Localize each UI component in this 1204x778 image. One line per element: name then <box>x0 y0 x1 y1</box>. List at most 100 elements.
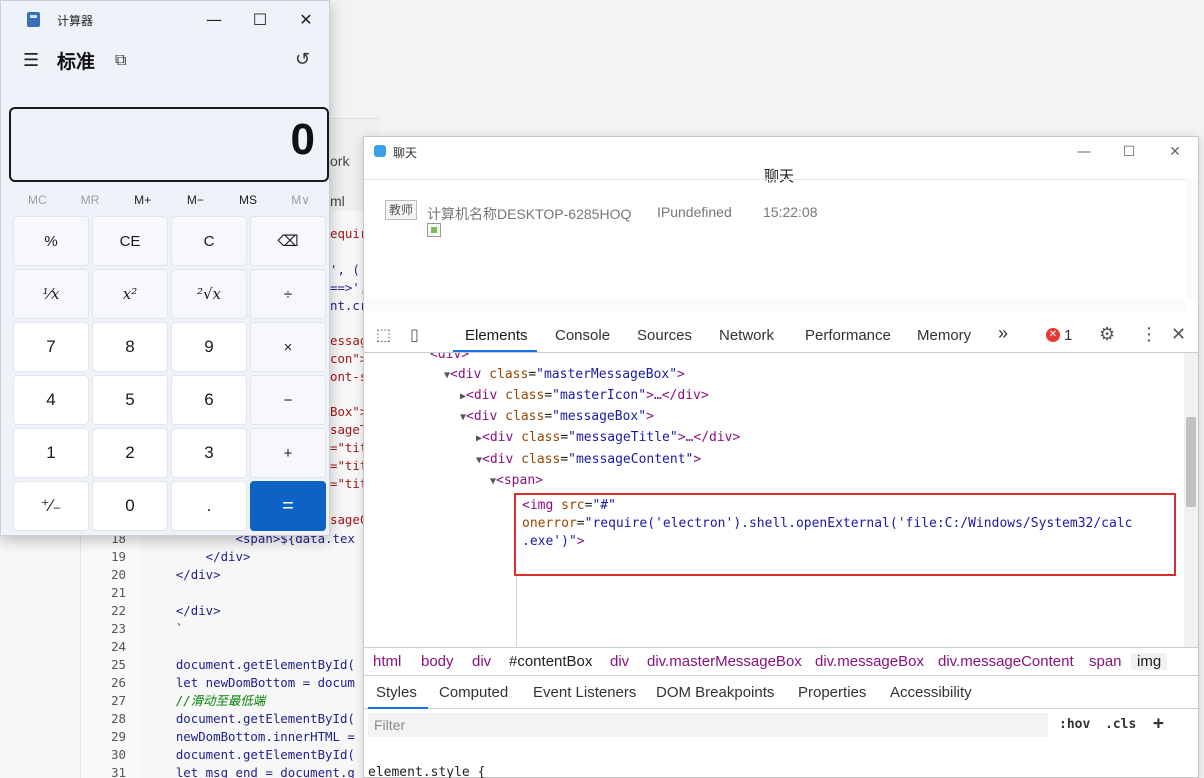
digit-9-button[interactable]: 9 <box>171 322 247 372</box>
breadcrumb-item[interactable]: div <box>472 653 491 670</box>
code-line[interactable]: 30 document.getElementById( <box>80 746 380 764</box>
code-line[interactable]: 25 document.getElementById( <box>80 656 380 674</box>
square-button[interactable]: x² <box>92 269 168 319</box>
breadcrumb-item[interactable]: div.masterMessageBox <box>647 653 802 670</box>
hover-state-button[interactable]: :hov <box>1059 717 1090 732</box>
code-line[interactable]: 27 //滑动至最低端 <box>80 692 380 710</box>
code-line[interactable]: 24 <box>80 638 380 656</box>
more-options-icon[interactable]: ⋮ <box>1140 324 1158 345</box>
breadcrumb-item[interactable]: html <box>373 653 401 670</box>
dom-node[interactable]: <div> <box>430 353 469 365</box>
error-icon[interactable]: ✕ <box>1046 328 1060 342</box>
dom-node[interactable]: ▶<div class="masterIcon">…</div> <box>460 386 709 406</box>
backspace-button[interactable]: ⌫ <box>250 216 326 266</box>
scrollbar-thumb[interactable] <box>1186 417 1196 507</box>
tab-properties[interactable]: Properties <box>798 684 866 701</box>
tab-sources[interactable]: Sources <box>637 327 692 344</box>
minus-button[interactable]: − <box>250 375 326 425</box>
digit-3-button[interactable]: 3 <box>171 428 247 478</box>
dom-node[interactable]: ▼<div class="messageContent"> <box>476 450 701 470</box>
tab-accessibility[interactable]: Accessibility <box>890 684 972 701</box>
code-line[interactable]: 31 let msg_end = document.g <box>80 764 380 778</box>
dom-node[interactable]: ▶<div class="messageTitle">…</div> <box>476 428 740 448</box>
digit-8-button[interactable]: 8 <box>92 322 168 372</box>
keep-on-top-icon[interactable]: ⧉ <box>115 50 126 70</box>
code-line[interactable]: 21 <box>80 584 380 602</box>
more-tabs-icon[interactable]: » <box>998 323 1008 344</box>
breadcrumb-item[interactable]: span <box>1089 653 1122 670</box>
calculator-titlebar[interactable]: 计算器 — ☐ ✕ <box>1 1 329 39</box>
negate-button[interactable]: ⁺∕₋ <box>13 481 89 531</box>
message-horizontal-scrollbar[interactable] <box>364 299 1186 311</box>
history-icon[interactable]: ↺ <box>295 49 310 70</box>
code-line[interactable]: 28 document.getElementById( <box>80 710 380 728</box>
close-devtools-icon[interactable]: ✕ <box>1171 324 1186 345</box>
code-line[interactable]: 26 let newDomBottom = docum <box>80 674 380 692</box>
element-style-rule[interactable]: element.style { <box>368 765 485 778</box>
error-count[interactable]: 1 <box>1064 327 1072 344</box>
editor-tab-fragment[interactable]: ork <box>330 153 349 169</box>
dom-node[interactable]: ▼<span> <box>490 471 543 491</box>
new-rule-button[interactable]: + <box>1153 713 1164 734</box>
plus-button[interactable]: + <box>250 428 326 478</box>
tab-elements[interactable]: Elements <box>465 327 528 344</box>
dom-node[interactable]: ▼<div class="messageBox"> <box>460 407 654 427</box>
close-button[interactable]: ✕ <box>1153 140 1197 164</box>
digit-5-button[interactable]: 5 <box>92 375 168 425</box>
maximize-button[interactable]: ☐ <box>1107 140 1151 164</box>
code-line[interactable]: 20 </div> <box>80 566 380 584</box>
dom-tree-scrollbar[interactable] <box>1184 353 1198 647</box>
code-line[interactable]: 23 ` <box>80 620 380 638</box>
memory-recall-button[interactable]: MR <box>64 189 117 211</box>
breadcrumb-item[interactable]: body <box>421 653 454 670</box>
tab-dom-breakpoints[interactable]: DOM Breakpoints <box>656 684 774 701</box>
memory-add-button[interactable]: M+ <box>116 189 169 211</box>
code-line[interactable]: 22 </div> <box>80 602 380 620</box>
minimize-button[interactable]: — <box>1062 140 1106 164</box>
hamburger-menu-icon[interactable]: ☰ <box>23 49 43 71</box>
code-line[interactable]: 29 newDomBottom.innerHTML = <box>80 728 380 746</box>
chat-titlebar[interactable]: 聊天 — ☐ ✕ <box>364 137 1198 167</box>
tab-network[interactable]: Network <box>719 327 774 344</box>
tab-event-listeners[interactable]: Event Listeners <box>533 684 636 701</box>
memory-list-button[interactable]: M∨ <box>274 189 327 211</box>
tab-memory[interactable]: Memory <box>917 327 971 344</box>
breadcrumb-item[interactable]: div.messageContent <box>938 653 1074 670</box>
digit-0-button[interactable]: 0 <box>92 481 168 531</box>
digit-6-button[interactable]: 6 <box>171 375 247 425</box>
tab-styles[interactable]: Styles <box>376 684 417 701</box>
inspect-element-icon[interactable]: ⬚ <box>376 325 391 344</box>
memory-subtract-button[interactable]: M− <box>169 189 222 211</box>
filter-input[interactable]: Filter <box>368 713 1048 737</box>
message-vertical-scrollbar[interactable] <box>1186 179 1198 299</box>
editor-tab-fragment[interactable]: ml <box>330 193 345 209</box>
breadcrumb-item[interactable]: #contentBox <box>509 653 592 670</box>
clear-button[interactable]: C <box>171 216 247 266</box>
divide-button[interactable]: ÷ <box>250 269 326 319</box>
device-toolbar-icon[interactable]: ▯ <box>410 325 419 344</box>
tab-computed[interactable]: Computed <box>439 684 508 701</box>
memory-clear-button[interactable]: MC <box>11 189 64 211</box>
reciprocal-button[interactable]: ⅟x <box>13 269 89 319</box>
code-line[interactable]: 19 </div> <box>80 548 380 566</box>
breadcrumb-item[interactable]: div.messageBox <box>815 653 924 670</box>
decimal-button[interactable]: . <box>171 481 247 531</box>
multiply-button[interactable]: × <box>250 322 326 372</box>
digit-7-button[interactable]: 7 <box>13 322 89 372</box>
maximize-button[interactable]: ☐ <box>237 7 283 33</box>
equals-button[interactable]: = <box>250 481 326 531</box>
clear-entry-button[interactable]: CE <box>92 216 168 266</box>
dom-node[interactable]: ▼<div class="masterMessageBox"> <box>444 365 685 385</box>
digit-4-button[interactable]: 4 <box>13 375 89 425</box>
breadcrumb-item[interactable]: div <box>610 653 629 670</box>
breadcrumb-item-selected[interactable]: img <box>1131 653 1168 670</box>
percent-button[interactable]: % <box>13 216 89 266</box>
tab-performance[interactable]: Performance <box>805 327 891 344</box>
digit-2-button[interactable]: 2 <box>92 428 168 478</box>
minimize-button[interactable]: — <box>191 7 237 33</box>
square-root-button[interactable]: ²√x <box>171 269 247 319</box>
tab-console[interactable]: Console <box>555 327 610 344</box>
close-button[interactable]: ✕ <box>283 7 329 33</box>
class-toggle-button[interactable]: .cls <box>1105 717 1136 732</box>
memory-store-button[interactable]: MS <box>222 189 275 211</box>
